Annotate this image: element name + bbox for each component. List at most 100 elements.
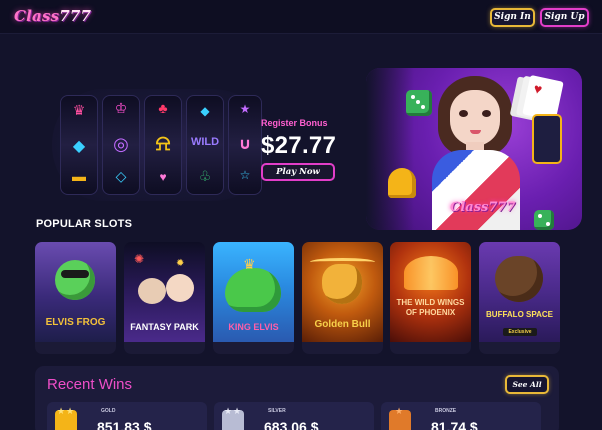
win-card-gold[interactable]: ★ ★ GOLD 851.83 $: [47, 402, 207, 430]
firework-icon: ✹: [176, 258, 185, 269]
hero-banner: ♛ ◆ ▬ ♔ ◎ ◇ ♣ ⍾ ♥ ◆ WILD ♧ ★ ∪ ☆ Registe…: [0, 34, 602, 230]
star-icon: ★: [395, 406, 404, 416]
game-tile-buffalo-space[interactable]: BUFFALO SPACE Exclusive: [479, 242, 560, 354]
diamond-icon: ◆: [72, 138, 86, 155]
frog-mascot-icon: [55, 260, 95, 300]
game-title: FANTASY PARK: [130, 322, 199, 332]
win-amount: 81.74 $: [431, 419, 478, 430]
character-outfit: [432, 150, 520, 230]
win-amount: 851.83 $: [97, 419, 152, 430]
win-card-bronze[interactable]: ★ BRONZE 81.74 $: [381, 402, 541, 430]
bonus-amount: $27.77: [261, 132, 337, 159]
gold-medal-icon: ★ ★: [55, 406, 77, 430]
diamond-icon: ◇: [115, 168, 127, 184]
star-icon: ★: [66, 406, 75, 416]
firework-icon: ✺: [134, 252, 145, 266]
recent-wins-heading: Recent Wins: [47, 376, 133, 393]
bull-head-icon: [322, 264, 362, 304]
sunglasses-icon: [61, 270, 89, 278]
character-face: [450, 90, 500, 146]
tile-footer: [213, 342, 294, 354]
heart-icon: ♥: [159, 170, 167, 184]
game-title: ELVIS FROG: [45, 317, 106, 328]
promo-character-banner[interactable]: ♥ Class777: [366, 68, 582, 230]
wild-symbol-icon: WILD: [190, 136, 220, 148]
game-tile-king-elvis[interactable]: ♛ KING ELVIS: [213, 242, 294, 354]
silver-medal-icon: ★ ★: [222, 406, 244, 430]
game-art: Golden Bull: [302, 242, 383, 342]
game-tile-wild-wings-phoenix[interactable]: THE WILD WINGS OF PHOENIX: [390, 242, 471, 354]
slot-reel: ★ ∪ ☆: [228, 95, 262, 195]
win-card-silver[interactable]: ★ ★ SILVER 683.06 $: [214, 402, 374, 430]
ring-icon: ◎: [113, 134, 129, 154]
character-eye: [459, 110, 468, 117]
tile-footer: [479, 342, 560, 354]
game-title: Golden Bull: [314, 319, 371, 330]
site-logo[interactable]: Class777: [14, 7, 91, 25]
promo-logo: Class777: [450, 200, 516, 215]
diamond-icon: ◆: [200, 104, 210, 118]
exclusive-badge: Exclusive: [503, 328, 537, 336]
slot-reel: ◆ WILD ♧: [186, 95, 224, 195]
game-art: BUFFALO SPACE Exclusive: [479, 242, 560, 342]
game-tile-elvis-frog[interactable]: ELVIS FROG: [35, 242, 116, 354]
play-now-button[interactable]: Play Now: [261, 163, 335, 181]
slot-reel: ♣ ⍾ ♥: [144, 95, 182, 195]
top-header: Class777 Sign In Sign Up: [0, 0, 602, 34]
logo-text-class: Class: [14, 7, 60, 25]
slot-reel: ♛ ◆ ▬: [60, 95, 98, 195]
bar-icon: ▬: [72, 168, 86, 184]
clover-icon: ♧: [198, 168, 212, 184]
frog-king-mascot-icon: [225, 268, 281, 312]
game-art: THE WILD WINGS OF PHOENIX: [390, 242, 471, 342]
character-face-icon: [138, 278, 166, 304]
tile-footer: [390, 342, 471, 354]
game-tile-fantasy-park[interactable]: ✺ ✹ FANTASY PARK: [124, 242, 205, 354]
green-dice-icon: [534, 210, 554, 230]
game-art: ELVIS FROG: [35, 242, 116, 342]
tile-footer: [35, 342, 116, 354]
win-amount: 683.06 $: [264, 419, 319, 430]
slot-reel: ♔ ◎ ◇: [102, 95, 140, 195]
crown-icon: ♔: [114, 100, 128, 116]
gold-bell-icon: [388, 168, 416, 198]
crown-icon: ♛: [72, 102, 86, 118]
star-icon: ★: [57, 406, 66, 416]
register-bonus-label: Register Bonus: [261, 118, 328, 128]
game-art: ✺ ✹ FANTASY PARK: [124, 242, 205, 342]
tier-label: BRONZE: [435, 408, 457, 414]
green-dice-icon: [406, 90, 432, 116]
heart-suit-icon: ♥: [532, 80, 544, 98]
popular-slots-heading: POPULAR SLOTS: [36, 218, 133, 230]
phoenix-wings-icon: [404, 256, 458, 290]
tier-label: SILVER: [268, 408, 286, 414]
star-icon: ☆: [239, 168, 251, 182]
casino-page: Class777 Sign In Sign Up ♛ ◆ ▬ ♔ ◎ ◇ ♣ ⍾…: [0, 0, 602, 430]
see-all-button[interactable]: See All: [505, 375, 549, 394]
game-tile-golden-bull[interactable]: Golden Bull: [302, 242, 383, 354]
star-icon: ★: [233, 406, 242, 416]
game-title: BUFFALO SPACE: [486, 310, 553, 319]
tile-footer: [302, 342, 383, 354]
character-eye: [482, 110, 491, 117]
sign-in-button[interactable]: Sign In: [490, 8, 535, 27]
game-title: KING ELVIS: [228, 322, 279, 332]
crown-icon: ♛: [243, 256, 256, 272]
star-icon: ★: [224, 406, 233, 416]
slot-machine-illustration: ♛ ◆ ▬ ♔ ◎ ◇ ♣ ⍾ ♥ ◆ WILD ♧ ★ ∪ ☆: [52, 89, 272, 201]
sign-up-button[interactable]: Sign Up: [540, 8, 589, 27]
character-face-icon: [166, 274, 194, 302]
star-icon: ★: [239, 102, 251, 116]
horseshoe-icon: ∪: [238, 136, 252, 153]
recent-wins-panel: Recent Wins See All ★ ★ GOLD 851.83 $ ★ …: [35, 366, 559, 430]
tier-label: GOLD: [101, 408, 116, 414]
bell-icon: ⍾: [155, 130, 171, 155]
game-title: THE WILD WINGS OF PHOENIX: [396, 298, 465, 317]
buffalo-head-icon: [495, 256, 543, 302]
slot-phone-icon: [532, 114, 562, 164]
bronze-medal-icon: ★: [389, 406, 411, 430]
tile-footer: [124, 342, 205, 354]
logo-text-777: 777: [59, 7, 92, 25]
game-art: ♛ KING ELVIS: [213, 242, 294, 342]
cherry-icon: ♣: [158, 100, 168, 116]
